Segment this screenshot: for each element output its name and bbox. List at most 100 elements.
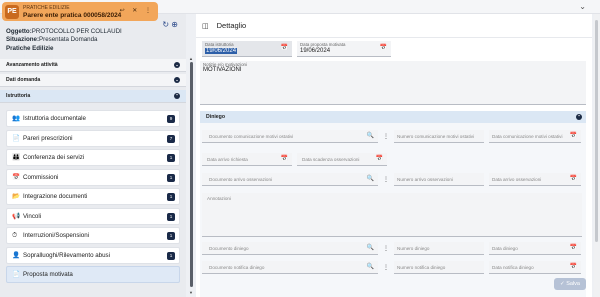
- count-badge: 1: [167, 212, 175, 221]
- count-badge: 1: [167, 193, 175, 201]
- documento-comunicazione-field[interactable]: Documento comunicazione motivi ostativi …: [202, 130, 378, 143]
- scroll-down-arrow[interactable]: ▼: [189, 290, 193, 295]
- section-dati-domanda-label: Dati domanda: [6, 77, 41, 83]
- calendar-icon[interactable]: 📅: [570, 132, 577, 139]
- section-dati-domanda[interactable]: Dati domanda ⌄: [0, 74, 186, 87]
- data-arrivo-osservazioni-field[interactable]: Data arrivo osservazioni 📅: [489, 173, 581, 186]
- numero-arrivo-osservazioni-field[interactable]: Numero arrivo osservazioni: [394, 173, 484, 186]
- collapse-icon[interactable]: ⌃: [576, 114, 582, 120]
- field-placeholder: Documento arrivo osservazioni: [209, 177, 273, 182]
- section-diniego[interactable]: Diniego ⌃: [200, 111, 586, 123]
- more-options-icon[interactable]: ⋮: [383, 245, 389, 252]
- menu-item-label: Conferenza dei servizi: [23, 154, 85, 161]
- field-label: Data istruttoria: [205, 42, 234, 47]
- istruttoria-menu: 👥 Istruttoria documentale 9 📄 Pareri prescr…: [6, 110, 180, 286]
- numero-comunicazione-field[interactable]: Numero comunicazione motivi ostativi: [394, 130, 484, 143]
- expand-icon[interactable]: ⌄: [174, 77, 180, 83]
- more-options-icon[interactable]: ⋮: [383, 176, 389, 183]
- calendar-icon[interactable]: 📅: [281, 44, 288, 51]
- refresh-icon[interactable]: ↻: [162, 20, 169, 29]
- main-scrollbar-thumb[interactable]: [595, 20, 598, 242]
- field-label: Data proposta motivata: [300, 42, 346, 47]
- field-placeholder: Data arrivo richiesta: [207, 157, 248, 162]
- data-istruttoria-field[interactable]: Data istruttoria 19/06/2024 📅: [202, 41, 292, 57]
- field-placeholder: Numero diniego: [397, 246, 430, 251]
- field-value: 19/06/2024: [205, 48, 238, 54]
- tab-actions[interactable]: ↩ ✕ ⋮: [120, 7, 154, 14]
- add-circle-icon[interactable]: ⊕: [171, 20, 178, 29]
- section-istruttoria[interactable]: Istruttoria ⌃: [0, 90, 186, 103]
- menu-item-istruttoria-documentale[interactable]: 👥 Istruttoria documentale 9: [6, 110, 180, 127]
- menu-item-vincoli[interactable]: 📢 Vincoli 1: [6, 207, 180, 225]
- menu-item-pareri-prescrizioni[interactable]: 📄 Pareri prescrizioni 7: [6, 129, 180, 147]
- notizie-motivazioni-field[interactable]: Notizie e/o motivazioni MOTIVAZIONI: [200, 61, 586, 105]
- calendar-icon[interactable]: 📅: [570, 175, 577, 182]
- menu-item-conferenza-servizi[interactable]: 👪 Conferenza dei servizi 1: [6, 149, 180, 166]
- section-avanzamento[interactable]: Avanzamento attività ⌄: [0, 59, 186, 72]
- more-options-icon[interactable]: ⋮: [383, 133, 389, 140]
- save-button-label: Salva: [566, 281, 580, 287]
- more-options-icon[interactable]: ⋮: [383, 264, 389, 271]
- detail-header: ◫ Dettaglio: [196, 14, 592, 38]
- calendar-icon[interactable]: 📅: [376, 155, 383, 162]
- documento-notifica-field[interactable]: Documento notifica diniego 🔍: [202, 261, 378, 274]
- field-placeholder: Documento comunicazione motivi ostativi: [209, 134, 294, 139]
- data-comunicazione-field[interactable]: Data comunicazione motivi ostativi 📅: [489, 130, 581, 143]
- field-placeholder: Data scadenza osservazioni: [302, 157, 360, 162]
- main-scrollbar[interactable]: [594, 14, 600, 297]
- detail-title: Dettaglio: [216, 21, 247, 30]
- oggetto-label: Oggetto:: [6, 28, 32, 36]
- menu-item-commissioni[interactable]: 📅 Commissioni 1: [6, 168, 180, 186]
- menu-item-label: Sopralluoghi/Rilevamento abusi: [23, 251, 111, 259]
- menu-item-label: Proposta motivata: [23, 271, 73, 278]
- menu-item-interruzioni-sospensioni[interactable]: ⏱ Interruzioni/Sospensioni 1: [6, 227, 180, 244]
- search-icon[interactable]: 🔍: [367, 175, 374, 182]
- calendar-icon[interactable]: 📅: [380, 44, 387, 51]
- expand-icon[interactable]: ⌄: [174, 62, 180, 68]
- calendar-icon[interactable]: 📅: [570, 263, 577, 270]
- chevron-down-icon[interactable]: ⌄: [579, 2, 586, 11]
- numero-diniego-field[interactable]: Numero diniego: [394, 242, 484, 255]
- sidebar-toggle-icon[interactable]: ◫: [202, 22, 209, 30]
- count-badge: 1: [167, 251, 175, 260]
- data-proposta-field[interactable]: Data proposta motivata 19/06/2024 📅: [297, 41, 391, 57]
- menu-item-label: Pareri prescrizioni: [23, 134, 73, 142]
- numero-notifica-field[interactable]: Numero notifica diniego: [394, 261, 484, 274]
- section-diniego-label: Diniego: [206, 114, 226, 120]
- app-logo: PE: [5, 4, 19, 19]
- timer-icon: ⏱: [12, 232, 18, 239]
- documento-diniego-field[interactable]: Documento diniego 🔍: [202, 242, 378, 255]
- data-notifica-field[interactable]: Data notifica diniego 📅: [489, 261, 581, 274]
- data-diniego-field[interactable]: Data diniego 📅: [489, 242, 581, 255]
- search-icon[interactable]: 🔍: [367, 263, 374, 270]
- menu-item-proposta-motivata[interactable]: 📄 Proposta motivata: [6, 266, 180, 283]
- count-badge: 9: [167, 115, 175, 123]
- data-scadenza-field[interactable]: Data scadenza osservazioni 📅: [297, 153, 387, 166]
- field-placeholder: Documento diniego: [209, 246, 249, 251]
- pratica-tab[interactable]: PE PRATICHE EDILIZIE Parere ente pratica…: [2, 2, 158, 21]
- section-avanzamento-label: Avanzamento attività: [6, 62, 58, 68]
- menu-item-integrazione-documenti[interactable]: 📂 Integrazione documenti 1: [6, 188, 180, 205]
- situazione-label: Situazione:: [6, 36, 40, 44]
- save-button[interactable]: ✓ Salva: [554, 278, 586, 290]
- menu-item-sopralluoghi[interactable]: 👤 Sopralluoghi/Rilevamento abusi 1: [6, 246, 180, 264]
- collapse-icon[interactable]: ⌃: [174, 93, 180, 99]
- field-placeholder: Data comunicazione motivi ostativi: [492, 134, 563, 139]
- count-badge: 7: [167, 134, 175, 143]
- documento-arrivo-osservazioni-field[interactable]: Documento arrivo osservazioni 🔍: [202, 173, 378, 186]
- tab-subtitle: PRATICHE EDILIZIE: [23, 4, 70, 11]
- calendar-icon[interactable]: 📅: [281, 155, 288, 162]
- users-icon: 👥: [12, 115, 21, 122]
- calendar-icon[interactable]: 📅: [570, 244, 577, 251]
- scroll-up-arrow[interactable]: ▲: [189, 56, 193, 61]
- search-icon[interactable]: 🔍: [367, 132, 374, 139]
- menu-item-label: Istruttoria documentale: [23, 115, 86, 122]
- search-icon[interactable]: 🔍: [367, 244, 374, 251]
- annotazioni-field[interactable]: Annotazioni: [202, 193, 582, 237]
- data-arrivo-richiesta-field[interactable]: Data arrivo richiesta 📅: [202, 153, 292, 166]
- menu-item-label: Integrazione documenti: [23, 193, 88, 200]
- folder-icon: 📂: [12, 193, 21, 200]
- field-value: MOTIVAZIONI: [203, 67, 242, 73]
- sidebar-scrollbar[interactable]: [190, 62, 193, 287]
- situazione-value: Presentata Domanda: [39, 36, 98, 44]
